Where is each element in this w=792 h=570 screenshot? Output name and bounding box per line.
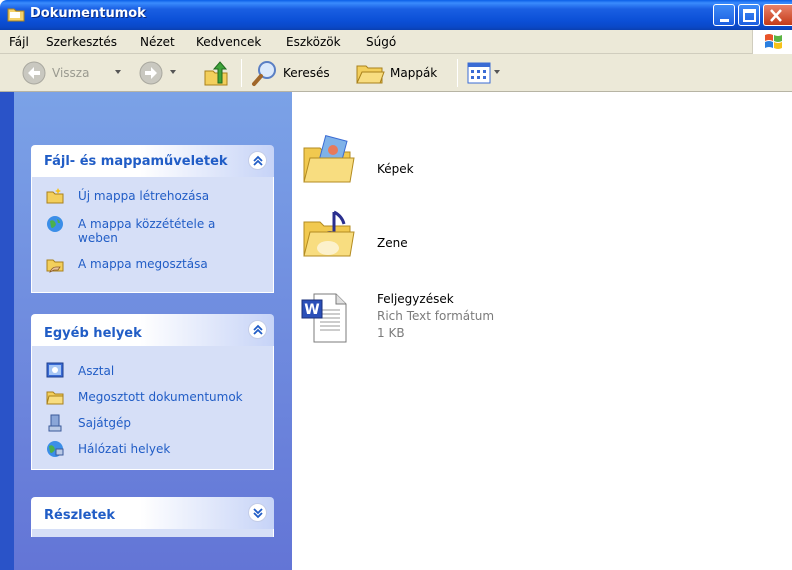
task-label[interactable]: Új mappa létrehozása	[78, 189, 209, 203]
close-icon	[770, 9, 782, 22]
place-label[interactable]: Hálózati helyek	[78, 442, 170, 456]
views-icon[interactable]	[467, 62, 491, 84]
maximize-button[interactable]	[738, 4, 760, 26]
publish-web-icon	[47, 216, 63, 232]
file-tasks-panel: Fájl- és mappaműveletek Új mappa létreho…	[31, 145, 274, 293]
expand-button[interactable]	[248, 503, 267, 522]
window-title: Dokumentumok	[30, 6, 146, 21]
file-list: Képek Zene W Feljegyzések Rich Text form…	[292, 92, 792, 570]
back-arrow-icon[interactable]	[21, 60, 47, 86]
network-icon	[47, 441, 64, 457]
place-label[interactable]: Megosztott dokumentumok	[78, 390, 243, 404]
file-name[interactable]: Képek	[377, 162, 414, 176]
word-document-icon: W	[301, 293, 347, 343]
place-label[interactable]: Asztal	[78, 364, 114, 378]
forward-dropdown-icon[interactable]	[170, 70, 176, 74]
panel-title: Fájl- és mappaműveletek	[44, 154, 228, 169]
menu-help[interactable]: Súgó	[366, 35, 396, 49]
file-tasks-body: Új mappa létrehozása A mappa közzététele…	[31, 177, 274, 293]
folder-icon	[46, 391, 64, 405]
desktop-icon	[46, 362, 64, 378]
search-button-label[interactable]: Keresés	[283, 66, 330, 80]
computer-icon	[48, 414, 62, 432]
task-label[interactable]: A mappa közzététele a	[78, 217, 215, 231]
forward-arrow-icon[interactable]	[138, 60, 164, 86]
views-dropdown-icon[interactable]	[494, 70, 500, 74]
window-left-edge	[0, 92, 14, 570]
panel-title: Részletek	[44, 508, 116, 523]
folders-icon[interactable]	[355, 60, 385, 86]
share-folder-icon	[46, 259, 64, 273]
panel-title: Egyéb helyek	[44, 326, 142, 341]
svg-text:W: W	[304, 302, 319, 318]
menu-bar: Fájl Szerkesztés Nézet Kedvencek Eszközö…	[0, 30, 792, 54]
file-type: Rich Text formátum	[377, 309, 495, 323]
details-panel: Részletek	[31, 497, 274, 537]
toolbar-separator	[241, 59, 242, 87]
task-label-line2[interactable]: weben	[78, 231, 118, 245]
file-name[interactable]: Feljegyzések	[377, 292, 454, 306]
minimize-icon	[720, 19, 729, 22]
other-places-body: Asztal Megosztott dokumentumok Sajátgép	[31, 346, 274, 470]
other-places-panel: Egyéb helyek Asztal Megosztott dokumentu…	[31, 314, 274, 470]
task-pane: Fájl- és mappaműveletek Új mappa létreho…	[0, 92, 292, 570]
other-places-header[interactable]: Egyéb helyek	[31, 314, 274, 346]
collapse-button[interactable]	[248, 320, 267, 339]
menu-view[interactable]: Nézet	[140, 35, 175, 49]
details-header[interactable]: Részletek	[31, 497, 274, 529]
windows-logo	[752, 30, 792, 54]
minimize-button[interactable]	[713, 4, 735, 26]
toolbar: Vissza Keresés Mappák	[0, 54, 792, 92]
pictures-folder-icon	[303, 134, 355, 183]
close-button[interactable]	[763, 4, 792, 26]
double-chevron-up-icon	[253, 324, 263, 335]
back-dropdown-icon[interactable]	[115, 70, 121, 74]
search-icon[interactable]	[251, 59, 279, 87]
folder-icon	[7, 8, 25, 22]
menu-edit[interactable]: Szerkesztés	[46, 35, 117, 49]
menu-file[interactable]: Fájl	[9, 35, 29, 49]
music-folder-icon	[303, 210, 355, 257]
up-folder-icon[interactable]	[202, 59, 230, 87]
maximize-icon	[743, 9, 756, 22]
task-label[interactable]: A mappa megosztása	[78, 257, 208, 271]
menu-favorites[interactable]: Kedvencek	[196, 35, 261, 49]
toolbar-separator	[457, 59, 458, 87]
menu-tools[interactable]: Eszközök	[286, 35, 341, 49]
file-size: 1 KB	[377, 326, 405, 340]
file-tasks-header[interactable]: Fájl- és mappaműveletek	[31, 145, 274, 177]
windows-flag-icon	[765, 34, 782, 49]
details-body	[31, 529, 274, 537]
double-chevron-down-icon	[253, 508, 263, 519]
new-folder-icon	[46, 188, 64, 204]
back-button-label[interactable]: Vissza	[52, 66, 89, 80]
collapse-button[interactable]	[248, 151, 267, 170]
place-label[interactable]: Sajátgép	[78, 416, 131, 430]
double-chevron-up-icon	[253, 155, 263, 166]
folders-button-label[interactable]: Mappák	[390, 66, 437, 80]
file-name[interactable]: Zene	[377, 236, 408, 250]
title-bar[interactable]: Dokumentumok	[0, 0, 792, 30]
